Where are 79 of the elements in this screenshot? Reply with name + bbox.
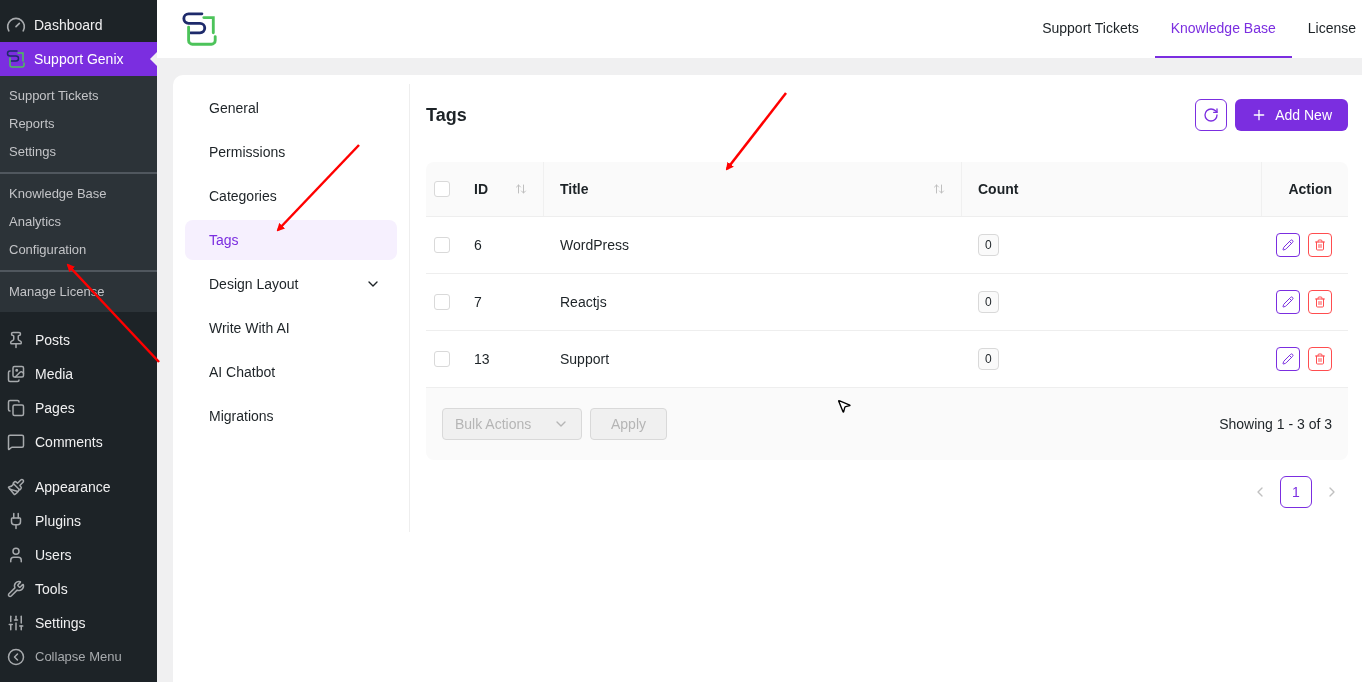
submenu-link[interactable]: Support Tickets	[0, 82, 157, 110]
collapse-icon	[7, 648, 25, 666]
checkbox[interactable]	[434, 181, 450, 197]
checkbox[interactable]	[434, 294, 450, 310]
trash-icon	[1314, 239, 1326, 251]
sidebar-item[interactable]: Settings	[0, 606, 157, 640]
checkbox[interactable]	[434, 351, 450, 367]
user-icon	[7, 546, 25, 564]
settings-nav-item[interactable]: Permissions	[185, 132, 397, 172]
submenu-link[interactable]: Knowledge Base	[0, 180, 157, 208]
pages-icon	[7, 399, 25, 417]
delete-button[interactable]	[1308, 290, 1332, 314]
pin-icon	[7, 331, 25, 349]
sidebar-item[interactable]: Posts	[0, 323, 157, 357]
sidebar-item[interactable]: Plugins	[0, 504, 157, 538]
gauge-icon	[6, 15, 26, 35]
sidebar-item[interactable]: Tools	[0, 572, 157, 606]
title-cell-text: WordPress	[559, 235, 630, 255]
sidebar-item[interactable]: Media	[0, 357, 157, 391]
count-badge: 0	[978, 234, 999, 256]
sort-icon[interactable]	[515, 183, 527, 195]
count-badge: 0	[978, 348, 999, 370]
submenu-link[interactable]: Reports	[0, 110, 157, 138]
page-button[interactable]: 1	[1280, 476, 1312, 508]
settings-nav-item[interactable]: Design Layout	[185, 264, 397, 304]
wrench-icon	[7, 580, 25, 598]
settings-nav-item[interactable]: AI Chatbot	[185, 352, 397, 392]
column-heading: Title	[560, 179, 589, 199]
count-badge: 0	[978, 291, 999, 313]
id-cell-text: 6	[474, 235, 483, 255]
submenu-link[interactable]: Settings	[0, 138, 157, 166]
edit-button[interactable]	[1276, 347, 1300, 371]
settings-nav-item[interactable]: Write With AI	[185, 308, 397, 348]
column-heading: Action	[1288, 179, 1332, 199]
settings-nav-item[interactable]: Categories	[185, 176, 397, 216]
trash-icon	[1314, 353, 1326, 365]
column-heading: Count	[978, 179, 1019, 199]
title-cell-text: Support	[559, 349, 611, 369]
sidebar-item[interactable]: Support Genix	[0, 42, 157, 76]
logo-icon	[181, 10, 219, 48]
settings-nav-item[interactable]: Tags	[185, 220, 397, 260]
trash-icon	[1314, 296, 1326, 308]
sidebar-item[interactable]: Users	[0, 538, 157, 572]
collapse-menu-button[interactable]: Collapse Menu	[0, 640, 157, 674]
header-tab[interactable]: Knowledge Base	[1154, 0, 1292, 58]
pencil-icon	[1282, 296, 1294, 308]
sidebar-item[interactable]: Pages	[0, 391, 157, 425]
speech-bubble-icon	[7, 433, 25, 451]
sidebar-item[interactable]: Appearance	[0, 470, 157, 504]
refresh-icon	[1203, 107, 1220, 123]
settings-nav-item[interactable]: General	[185, 88, 397, 128]
sidebar-item[interactable]: Comments	[0, 425, 157, 459]
delete-button[interactable]	[1308, 233, 1332, 257]
checkbox[interactable]	[434, 237, 450, 253]
submenu-link[interactable]: Analytics	[0, 208, 157, 236]
pencil-icon	[1282, 353, 1294, 365]
title-cell-text: Reactjs	[559, 292, 608, 312]
sort-icon[interactable]	[933, 183, 945, 195]
submenu-link[interactable]: Configuration	[0, 236, 157, 264]
header-tab[interactable]: License	[1291, 0, 1362, 58]
column-heading: ID	[474, 179, 488, 199]
paintbrush-icon	[7, 478, 25, 496]
images-icon	[7, 365, 25, 383]
sliders-icon	[7, 614, 25, 632]
page-title: Tags	[426, 103, 467, 127]
sidebar-item[interactable]: Dashboard	[0, 8, 157, 42]
settings-nav-item[interactable]: Migrations	[185, 396, 397, 436]
edit-button[interactable]	[1276, 233, 1300, 257]
logo-icon	[6, 49, 26, 69]
delete-button[interactable]	[1308, 347, 1332, 371]
add-new-button[interactable]: Add New	[1235, 99, 1348, 131]
refresh-button[interactable]	[1195, 99, 1228, 131]
id-cell-text: 7	[474, 292, 483, 312]
pencil-icon	[1282, 239, 1294, 251]
showing-count: Showing 1 - 3 of 3	[1219, 414, 1332, 434]
mouse-cursor-icon	[836, 398, 852, 414]
id-cell-text: 13	[474, 349, 491, 369]
edit-button[interactable]	[1276, 290, 1300, 314]
header-tab[interactable]: Support Tickets	[1026, 0, 1155, 58]
